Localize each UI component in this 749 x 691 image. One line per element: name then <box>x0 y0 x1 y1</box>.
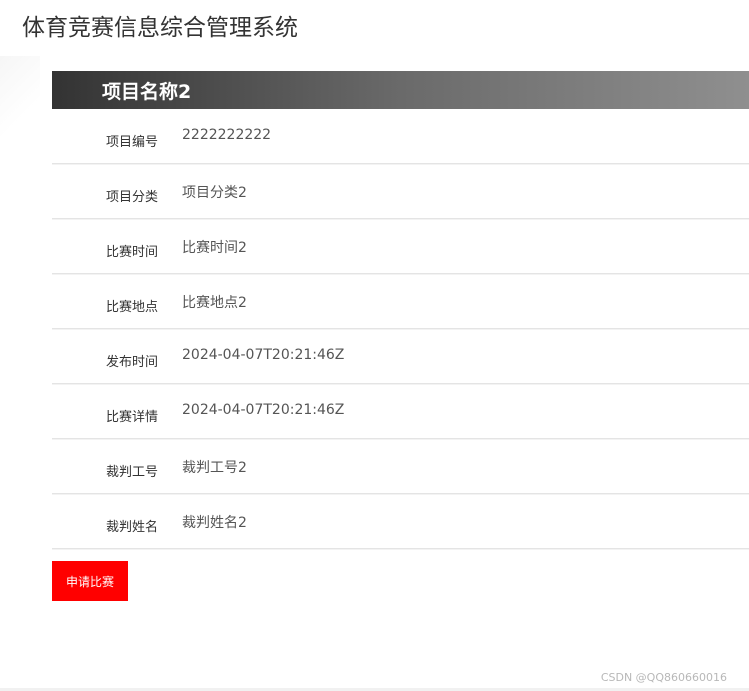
watermark: CSDN @QQ860660016 <box>600 671 727 684</box>
field-row-match-location: 比赛地点 比赛地点2 <box>52 274 749 329</box>
field-value: 2024-04-07T20:21:46Z <box>182 347 345 363</box>
field-value: 项目分类2 <box>182 185 247 201</box>
detail-header: 项目名称2 <box>52 71 749 109</box>
field-row-match-details: 比赛详情 2024-04-07T20:21:46Z <box>52 384 749 439</box>
field-label: 裁判工号 <box>106 465 159 480</box>
field-label: 比赛地点 <box>106 300 159 315</box>
field-row-match-time: 比赛时间 比赛时间2 <box>52 219 749 274</box>
field-row-publish-time: 发布时间 2024-04-07T20:21:46Z <box>52 329 749 384</box>
detail-title: 项目名称2 <box>102 80 192 103</box>
field-value: 比赛地点2 <box>182 295 247 311</box>
detail-panel: 项目名称2 项目编号 2222222222 项目分类 项目分类2 比赛时间 比赛… <box>52 71 749 549</box>
field-value: 裁判工号2 <box>182 460 247 476</box>
field-label: 裁判姓名 <box>106 520 159 535</box>
app-title: 体育竞赛信息综合管理系统 <box>22 15 298 41</box>
field-label: 比赛详情 <box>106 410 159 425</box>
field-value: 2024-04-07T20:21:46Z <box>182 402 345 418</box>
field-label: 项目编号 <box>106 135 159 150</box>
field-value: 比赛时间2 <box>182 240 247 256</box>
apply-match-button[interactable]: 申请比赛 <box>52 561 128 601</box>
field-value: 2222222222 <box>182 127 272 143</box>
field-row-project-number: 项目编号 2222222222 <box>52 109 749 164</box>
header-decoration <box>0 56 40 136</box>
field-label: 比赛时间 <box>106 245 159 260</box>
field-row-project-category: 项目分类 项目分类2 <box>52 164 749 219</box>
field-label: 发布时间 <box>106 355 159 370</box>
field-value: 裁判姓名2 <box>182 515 247 531</box>
page: 体育竞赛信息综合管理系统 项目名称2 项目编号 2222222222 项目分类 … <box>0 0 749 691</box>
field-row-referee-id: 裁判工号 裁判工号2 <box>52 439 749 494</box>
field-row-referee-name: 裁判姓名 裁判姓名2 <box>52 494 749 549</box>
field-label: 项目分类 <box>106 190 159 205</box>
